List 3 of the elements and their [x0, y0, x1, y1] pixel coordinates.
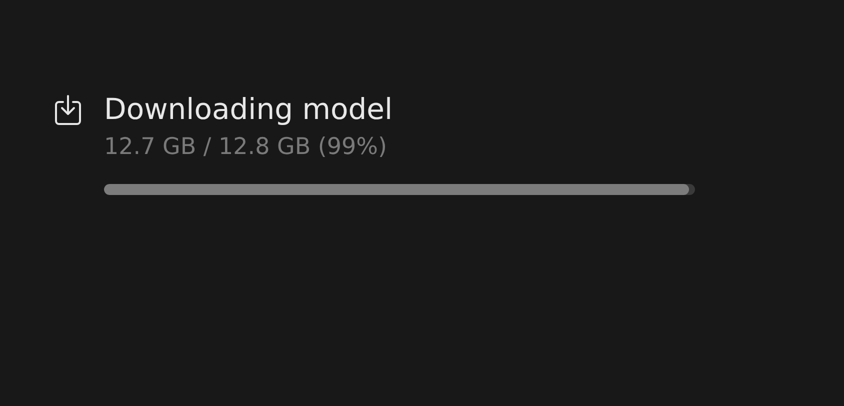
- progress-text: 12.7 GB / 12.8 GB (99%): [104, 133, 388, 162]
- download-title: Downloading model: [104, 91, 394, 128]
- download-icon: [54, 94, 82, 126]
